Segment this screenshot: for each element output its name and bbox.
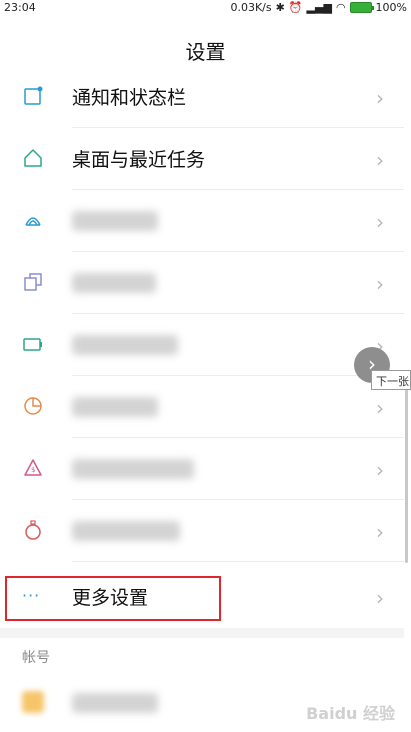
watermark: Baidu 经验 [306,704,395,723]
chevron-right-icon: › [376,458,384,482]
settings-item-blurred-1[interactable]: › [0,190,404,252]
settings-item-notifications[interactable]: 通知和状态栏 › [0,66,404,128]
home-icon [24,149,42,167]
chevron-right-icon: › [376,148,384,172]
settings-item-blurred-3[interactable]: › [0,314,404,376]
blurred-label [72,211,158,231]
pie-chart-icon [24,397,42,415]
multi-window-icon [24,273,42,291]
section-label-account: 帐号 [22,650,50,666]
settings-item-blurred-5[interactable]: $ › [0,438,404,500]
chevron-right-icon: › [376,586,384,610]
settings-item-label: 桌面与最近任务 [72,149,206,171]
chevron-right-icon: › [376,272,384,296]
blurred-label [72,273,156,293]
settings-item-blurred-6[interactable]: › [0,500,404,562]
blurred-label [72,335,178,355]
settings-item-desktop[interactable]: 桌面与最近任务 › [0,128,404,190]
chevron-right-icon: › [376,86,384,110]
notification-icon [24,86,43,105]
shield-icon: $ [24,459,42,476]
next-tooltip: 下一张 [371,370,411,390]
battery-icon [349,2,374,13]
blurred-label [72,397,158,417]
section-divider [0,628,404,638]
divider [72,561,404,562]
chevron-right-icon: › [376,210,384,234]
fingerprint-icon [25,217,41,226]
alarm-icon: ⏰ [288,1,303,14]
battery-percent: 100% [375,1,407,14]
blurred-label [72,693,158,713]
highlight-box [5,576,221,621]
settings-item-blurred-2[interactable]: › [0,252,404,314]
bluetooth-icon: ✱ [275,1,285,14]
timer-icon [25,520,41,540]
chevron-right-icon: › [376,396,384,420]
network-speed: 0.03K/s [230,1,272,14]
account-icon [22,691,44,713]
scrollbar[interactable] [405,378,408,563]
signal-icon: ▂▄▆ [306,1,332,14]
status-right: 0.03K/s ✱ ⏰ ▂▄▆ ◠ 100% [230,1,407,14]
status-time: 23:04 [4,1,36,14]
settings-item-label: 通知和状态栏 [72,87,187,109]
page-title: 设置 [185,40,226,64]
chevron-right-icon: › [376,520,384,544]
blurred-label [72,521,180,541]
battery-icon [23,338,42,351]
wifi-icon: ◠ [335,1,346,14]
status-bar: 23:04 0.03K/s ✱ ⏰ ▂▄▆ ◠ 100% [0,0,411,16]
svg-text:$: $ [31,466,35,474]
settings-item-blurred-4[interactable]: › [0,376,404,438]
blurred-label [72,459,194,479]
